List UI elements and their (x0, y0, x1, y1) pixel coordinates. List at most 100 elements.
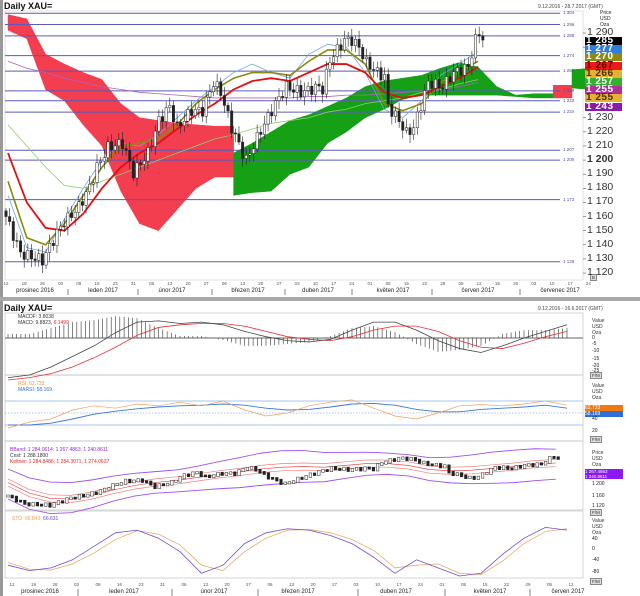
panel-scale-button[interactable]: F/M (590, 578, 602, 585)
candle-down (8, 216, 12, 222)
candle-down (237, 133, 241, 143)
candle-down (390, 103, 394, 117)
panel-scale-button[interactable]: F/M (590, 436, 602, 443)
bband-candle (220, 472, 224, 476)
bband-candle (313, 472, 317, 476)
bband-candle (103, 487, 107, 492)
date-tick-label: 16 (116, 582, 123, 587)
bband-candle (552, 456, 556, 459)
bband-candle (292, 480, 296, 484)
candle-up (66, 212, 70, 228)
date-tick-label: 12 (476, 281, 482, 286)
ichimoku-cloud-segment (176, 123, 197, 211)
candle-up (284, 81, 288, 98)
candle-down (179, 121, 183, 127)
rsi-axis-unit: Oza (592, 395, 602, 401)
bband-candle (56, 500, 60, 505)
price-axis-label: 1 160 (587, 209, 614, 222)
candle-down (397, 110, 401, 122)
date-tick-label: 13 (167, 281, 173, 286)
bbands-legend: BBand: 1 284.0614; 1 267.4863; 1 240.861… (10, 447, 109, 465)
month-label: červenec 2017 (540, 288, 580, 294)
candle-down (372, 69, 376, 71)
date-tick-label: 28 (52, 582, 58, 587)
candle-down (401, 121, 405, 131)
bband-candle (216, 472, 220, 478)
bband-candle (195, 471, 199, 475)
date-tick-label: 27 (245, 582, 252, 587)
candle-up (273, 100, 277, 117)
bband-candle (434, 463, 438, 467)
bband-axis-label: 1 200 (592, 481, 605, 487)
bband-candle (405, 456, 409, 461)
price-axis-label: 1 150 (587, 223, 614, 236)
month-label: únor 2017 (158, 288, 186, 294)
date-tick-label: 22 (503, 582, 510, 587)
candle-up (153, 130, 157, 147)
candle-up (474, 34, 478, 59)
ichimoku-cloud-segment (26, 18, 46, 90)
bband-candle (514, 464, 518, 471)
bband-candle (460, 472, 464, 478)
candle-up (313, 83, 317, 95)
bband-candle (485, 472, 489, 476)
candle-down (357, 38, 361, 48)
bband-candle (153, 482, 157, 490)
bottom-date-range: 9.12.2016 - 16.6.2017 (GMT) (538, 306, 603, 312)
candle-down (437, 78, 441, 88)
bband-candle (527, 463, 531, 467)
ichimoku-cloud-segment (534, 93, 554, 99)
bband-candle (203, 474, 207, 478)
candle-up (455, 67, 459, 72)
candle-up (423, 90, 427, 111)
date-tick-label: 06 (149, 281, 155, 286)
bband-candle (199, 471, 203, 478)
bband-candle (35, 501, 39, 507)
candle-up (55, 228, 59, 246)
bband-candle (392, 458, 396, 462)
candle-down (361, 47, 365, 60)
month-label: březen 2017 (231, 288, 265, 294)
bband-candle (506, 465, 510, 470)
date-tick-label: 13 (288, 582, 295, 587)
date-tick-label: 27 (203, 281, 209, 286)
candle-down (40, 253, 44, 266)
bband-candle (233, 471, 237, 476)
candle-up (113, 145, 117, 151)
bband-candle (430, 463, 434, 467)
bband-candle (178, 476, 182, 483)
date-tick-label: 10 (374, 582, 381, 587)
candle-down (441, 87, 445, 90)
candle-down (19, 240, 23, 253)
bband-candle (397, 456, 401, 462)
stoch-k-line (7, 526, 568, 577)
bband-candle (455, 472, 459, 476)
bband-candle (325, 469, 329, 472)
bband-candle (124, 478, 128, 485)
bband-candle (136, 478, 140, 483)
candle-up (295, 85, 299, 93)
bband-candle (145, 480, 149, 484)
bband-candle (23, 499, 27, 505)
candle-up (244, 155, 248, 159)
candle-down (481, 35, 485, 41)
date-tick-label: 20 (310, 582, 316, 587)
bband-candle (300, 476, 304, 480)
candle-down (171, 105, 175, 123)
panel-scale-button[interactable]: F/M (590, 372, 602, 379)
macd-signal-value: 6.1499 (53, 320, 69, 326)
candle-down (430, 80, 434, 89)
bband-candle (161, 483, 165, 487)
panel-scale-button[interactable]: F/M (590, 509, 602, 516)
candle-up (150, 146, 154, 148)
bband-candle (317, 470, 321, 476)
bband-candle (166, 482, 170, 487)
candle-up (324, 68, 328, 95)
bband-candle (371, 467, 375, 472)
date-tick-label: 12 (3, 281, 9, 286)
bband-candle (48, 502, 52, 508)
date-tick-label: 09 (76, 281, 82, 286)
bband-candle (212, 474, 216, 478)
candle-up (328, 62, 332, 70)
bband-candle (451, 470, 455, 476)
